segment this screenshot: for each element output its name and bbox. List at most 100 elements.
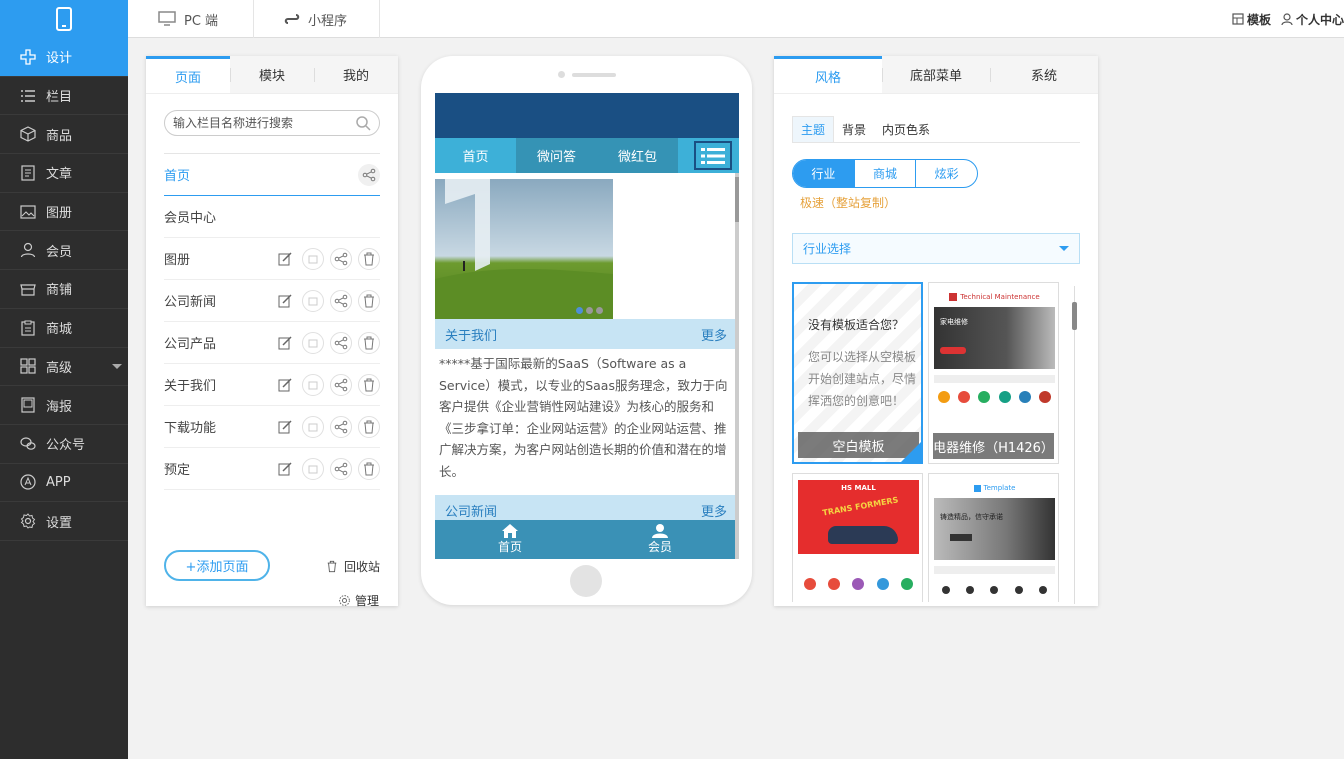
menu-icon[interactable] <box>694 141 732 170</box>
user-center-link[interactable]: 个人中心 <box>1281 11 1344 28</box>
share-icon[interactable] <box>330 247 352 270</box>
share-icon[interactable] <box>330 457 352 480</box>
edit-icon[interactable] <box>274 290 296 312</box>
footer-member-button[interactable]: 会员 <box>585 520 735 559</box>
segment-fancy[interactable]: 炫彩 <box>915 160 977 187</box>
site-nav-home[interactable]: 首页 <box>435 138 516 173</box>
edit-icon[interactable] <box>274 374 296 396</box>
edit-icon[interactable] <box>274 416 296 438</box>
search-icon[interactable] <box>355 115 371 131</box>
trash-icon[interactable] <box>358 289 380 312</box>
sidebar-item-label: 商品 <box>46 128 73 144</box>
copy-icon[interactable] <box>302 373 324 396</box>
copy-icon[interactable] <box>302 289 324 312</box>
sidebar-item-columns[interactable]: 栏目 <box>0 77 128 116</box>
segment-mall[interactable]: 商城 <box>853 160 916 187</box>
share-icon[interactable] <box>358 163 380 186</box>
copy-icon[interactable] <box>302 457 324 480</box>
sidebar-item-label: APP <box>46 474 71 490</box>
edit-icon[interactable] <box>274 458 296 480</box>
share-icon[interactable] <box>330 289 352 312</box>
subtab-theme[interactable]: 主题 <box>792 116 835 142</box>
fast-copy-link[interactable]: 极速（整站复制） <box>800 194 896 211</box>
footer-home-button[interactable]: 首页 <box>435 520 585 559</box>
banner-image[interactable] <box>435 179 613 319</box>
news-more-link[interactable]: 更多 <box>701 501 727 520</box>
about-more-link[interactable]: 更多 <box>701 325 727 344</box>
blank-template-text: 您可以选择从空模板开始创建站点，尽情挥洒您的创意吧！ <box>808 350 917 408</box>
template-card-hs-mall[interactable]: HS MALL TRANS FORMERS <box>792 473 923 602</box>
recycle-bin-label: 回收站 <box>344 560 381 574</box>
template-card-tech[interactable]: Template 铸造精品，信守承诺 <box>928 473 1059 602</box>
copy-icon[interactable] <box>302 415 324 438</box>
blank-template-card[interactable]: 没有模板适合您？ 您可以选择从空模板开始创建站点，尽情挥洒您的创意吧！ 空白模板 <box>792 282 923 464</box>
share-icon[interactable] <box>330 373 352 396</box>
recycle-bin-button[interactable]: 回收站 <box>326 558 380 575</box>
template-card-appliance-repair[interactable]: Technical Maintenance 家电维修 电器维修（H1426） <box>928 282 1059 464</box>
segment-industry[interactable]: 行业 <box>793 160 854 187</box>
site-nav-qa[interactable]: 微问答 <box>516 138 597 173</box>
user-icon <box>652 524 668 538</box>
tab-bottom-menu[interactable]: 底部菜单 <box>882 56 990 93</box>
mobile-mode-button[interactable] <box>0 0 128 38</box>
edit-icon[interactable] <box>274 332 296 354</box>
tab-style[interactable]: 风格 <box>774 56 882 93</box>
tab-system[interactable]: 系统 <box>990 56 1098 93</box>
share-icon[interactable] <box>330 331 352 354</box>
sidebar-item-members[interactable]: 会员 <box>0 231 128 271</box>
sidebar-item-app[interactable]: APP <box>0 464 128 503</box>
trash-icon[interactable] <box>358 373 380 396</box>
page-row-member-center[interactable]: 会员中心 <box>164 196 380 238</box>
sidebar-item-articles[interactable]: 文章 <box>0 154 128 193</box>
thumb-icon-row <box>934 586 1055 594</box>
column-search-input[interactable] <box>173 116 353 130</box>
copy-icon[interactable] <box>302 247 324 270</box>
page-row-company-news[interactable]: 公司新闻 <box>164 280 380 322</box>
sidebar-item-advanced[interactable]: 高级 <box>0 348 128 387</box>
page-row-download[interactable]: 下载功能 <box>164 406 380 448</box>
add-page-button[interactable]: +添加页面 <box>164 550 270 581</box>
phone-scrollbar[interactable] <box>735 173 739 559</box>
sidebar-item-mall[interactable]: 商城 <box>0 309 128 348</box>
tab-mine[interactable]: 我的 <box>314 56 398 93</box>
pc-tab[interactable]: PC 端 <box>128 0 254 38</box>
trash-icon[interactable] <box>358 457 380 480</box>
thumb-banner: 铸造精品，信守承诺 <box>934 498 1055 560</box>
carousel-dots[interactable] <box>576 307 603 314</box>
tab-pages[interactable]: 页面 <box>146 56 230 93</box>
manage-button[interactable]: 管理 <box>338 592 379 609</box>
subtab-background[interactable]: 背景 <box>834 116 874 142</box>
app-icon <box>20 474 36 491</box>
template-category-switch: 行业 商城 炫彩 <box>792 159 978 188</box>
phone-home-button[interactable] <box>570 565 602 597</box>
sidebar-item-shop[interactable]: 商铺 <box>0 270 128 309</box>
trash-icon[interactable] <box>358 415 380 438</box>
sidebar-item-settings[interactable]: 设置 <box>0 502 128 541</box>
page-row-home[interactable]: 首页 <box>164 154 380 196</box>
industry-select[interactable]: 行业选择 <box>792 233 1080 264</box>
page-row-booking[interactable]: 预定 <box>164 448 380 490</box>
copy-icon[interactable] <box>302 331 324 354</box>
site-header[interactable] <box>435 93 739 138</box>
sidebar-item-wechat[interactable]: 公众号 <box>0 425 128 464</box>
trash-icon[interactable] <box>358 247 380 270</box>
sidebar-item-poster[interactable]: 海报 <box>0 386 128 425</box>
template-scrollbar[interactable] <box>1072 286 1078 604</box>
sidebar-item-album[interactable]: 图册 <box>0 193 128 232</box>
subtab-inner-colors[interactable]: 内页色系 <box>874 116 938 142</box>
sidebar-item-products[interactable]: 商品 <box>0 115 128 155</box>
page-list: 首页 会员中心 图册 公司新闻 公司产品 关于我们 下载功能 预定 <box>164 153 380 490</box>
page-row-album[interactable]: 图册 <box>164 238 380 280</box>
page-row-about-us[interactable]: 关于我们 <box>164 364 380 406</box>
mini-program-tab[interactable]: 小程序 <box>254 0 380 38</box>
trash-icon[interactable] <box>358 331 380 354</box>
share-icon[interactable] <box>330 415 352 438</box>
template-link-label: 模板 <box>1246 12 1271 27</box>
tab-modules[interactable]: 模块 <box>230 56 314 93</box>
edit-icon[interactable] <box>274 248 296 270</box>
sidebar-item-design[interactable]: 设计 <box>0 38 128 77</box>
person-icon <box>1281 13 1293 25</box>
template-link[interactable]: 模板 <box>1232 11 1271 28</box>
page-row-company-products[interactable]: 公司产品 <box>164 322 380 364</box>
site-nav-red-packet[interactable]: 微红包 <box>597 138 678 173</box>
